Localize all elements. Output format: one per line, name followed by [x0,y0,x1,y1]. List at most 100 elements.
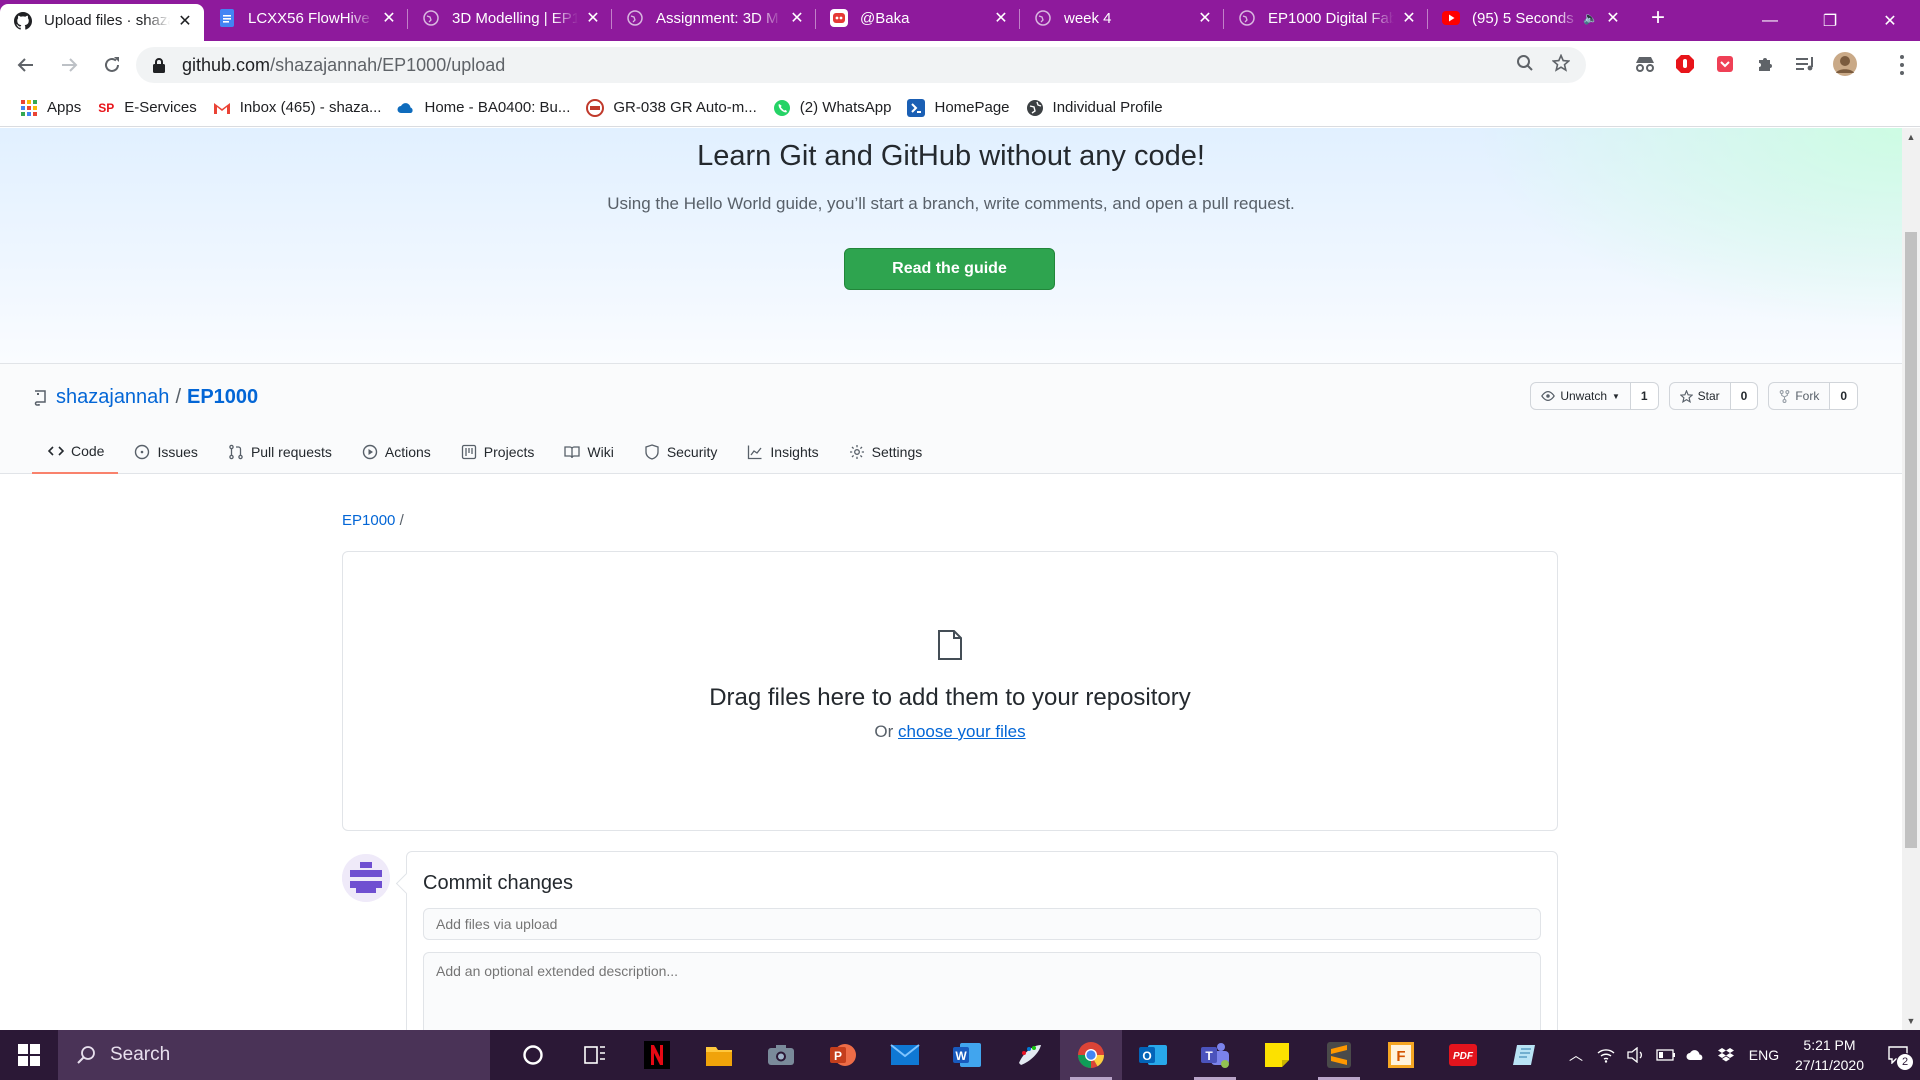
browser-tab[interactable]: Upload files · shazajannah/EP1000 ✕ [0,4,204,41]
browser-tab[interactable]: 3D Modelling | EP1000 ✕ [408,0,612,36]
tab-settings[interactable]: Settings [833,430,937,474]
fusion-icon[interactable]: F [1370,1030,1432,1080]
avatar[interactable] [1830,49,1860,79]
wifi-icon[interactable] [1594,1030,1618,1080]
close-window-button[interactable]: ✕ [1860,0,1920,41]
avatar[interactable] [342,854,390,902]
tab-code[interactable]: Code [32,430,119,474]
tab-actions[interactable]: Actions [346,430,445,474]
netflix-icon[interactable] [626,1030,688,1080]
outlook-icon[interactable]: O [1122,1030,1184,1080]
repo-name-link[interactable]: EP1000 [187,386,258,409]
pocket-icon[interactable] [1710,49,1740,79]
camera-icon[interactable] [750,1030,812,1080]
volume-icon[interactable] [1624,1030,1648,1080]
tab-pull-requests[interactable]: Pull requests [212,430,346,474]
bookmark-homepage[interactable]: HomePage [901,93,1019,123]
taskbar-search[interactable]: Search [58,1030,490,1080]
browser-tab[interactable]: @Baka ✕ [816,0,1020,36]
notification-button[interactable]: 2 [1876,1030,1920,1080]
scrollbar-thumb[interactable] [1905,232,1917,848]
start-button[interactable] [0,1030,58,1080]
page-scrollbar[interactable]: ▲ ▼ [1902,128,1920,1030]
bookmark-home-ba0400[interactable]: Home - BA0400: Bu... [391,93,580,123]
bookmark-whatsapp[interactable]: (2) WhatsApp [767,93,902,123]
address-bar[interactable]: github.com/shazajannah/EP1000/upload [136,47,1586,83]
sticky-notes-icon[interactable] [1246,1030,1308,1080]
browser-tab[interactable]: Assignment: 3D M ✕ [612,0,816,36]
reload-button[interactable] [95,48,129,82]
arrow-left-icon [17,58,33,72]
lock-icon[interactable] [152,57,168,73]
puzzle-extensions-icon[interactable] [1750,49,1780,79]
hello-world-banner: Learn Git and GitHub without any code! U… [0,128,1902,364]
close-icon[interactable]: ✕ [176,12,194,30]
note-icon[interactable] [1494,1030,1556,1080]
onedrive-tray-icon[interactable] [1684,1030,1708,1080]
file-explorer-icon[interactable] [688,1030,750,1080]
incognito-extension-icon[interactable] [1630,49,1660,79]
star-count[interactable]: 0 [1730,382,1759,410]
star-button[interactable]: Star [1668,382,1731,410]
bookmark-individual-profile[interactable]: Individual Profile [1020,93,1173,123]
forward-button[interactable] [52,48,86,82]
language-indicator[interactable]: ENG [1744,1030,1784,1080]
tab-issues[interactable]: Issues [118,430,211,474]
teams-icon[interactable]: T [1184,1030,1246,1080]
adblock-icon[interactable] [1670,49,1700,79]
fork-button[interactable]: Fork [1768,382,1831,410]
browser-tab[interactable]: (95) 5 Seconds 🔈 ✕ [1428,0,1632,36]
close-icon[interactable]: ✕ [1604,9,1622,27]
tab-insights[interactable]: Insights [731,430,832,474]
powerpoint-icon[interactable]: P [812,1030,874,1080]
unwatch-button[interactable]: Unwatch ▼ [1530,382,1631,410]
pdf-icon[interactable]: PDF [1432,1030,1494,1080]
bookmark-gr-038[interactable]: GR-038 GR Auto-m... [580,93,766,123]
word-icon[interactable]: W [936,1030,998,1080]
bookmark-e-services[interactable]: SP E-Services [91,93,207,123]
close-icon[interactable]: ✕ [584,9,602,27]
speaker-icon[interactable]: 🔈 [1583,11,1598,25]
read-guide-button[interactable]: Read the guide [844,248,1055,290]
sublime-icon[interactable] [1308,1030,1370,1080]
new-tab-button[interactable]: + [1640,0,1676,36]
commit-description-input[interactable] [423,952,1541,1030]
clock[interactable]: 5:21 PM 27/11/2020 [1795,1035,1864,1075]
browser-tab[interactable]: EP1000 Digital Fab ✕ [1224,0,1428,36]
bookmark-star-icon[interactable] [1551,52,1571,77]
close-icon[interactable]: ✕ [992,9,1010,27]
tab-wiki[interactable]: Wiki [548,430,627,474]
choose-files-link[interactable]: choose your files [898,722,1026,741]
restore-button[interactable]: ❐ [1800,0,1860,41]
chevron-up-icon[interactable]: ︿ [1564,1030,1588,1080]
minimize-button[interactable]: — [1740,0,1800,41]
fork-count[interactable]: 0 [1830,382,1858,410]
cortana-icon[interactable] [502,1030,564,1080]
tab-projects[interactable]: Projects [445,430,549,474]
menu-icon[interactable] [1892,55,1912,75]
file-drop-zone[interactable]: Drag files here to add them to your repo… [342,551,1558,831]
bookmark-apps[interactable]: Apps [14,93,91,123]
bookmark-inbox[interactable]: Inbox (465) - shaza... [207,93,392,123]
tab-security[interactable]: Security [628,430,732,474]
media-controls-icon[interactable] [1790,49,1820,79]
battery-icon[interactable] [1654,1030,1678,1080]
paint-icon[interactable] [998,1030,1060,1080]
globe-icon [422,9,440,27]
close-icon[interactable]: ✕ [1196,9,1214,27]
repo-owner-link[interactable]: shazajannah [56,386,169,409]
browser-tab[interactable]: LCXX56 FlowHive F ✕ [204,0,408,36]
task-view-icon[interactable] [564,1030,626,1080]
zoom-icon[interactable] [1516,54,1534,77]
browser-tab[interactable]: week 4 ✕ [1020,0,1224,36]
commit-summary-input[interactable] [423,908,1541,940]
close-icon[interactable]: ✕ [380,9,398,27]
back-button[interactable] [9,48,43,82]
mail-icon[interactable] [874,1030,936,1080]
dropbox-icon[interactable] [1714,1030,1738,1080]
watch-count[interactable]: 1 [1630,382,1659,410]
chrome-icon[interactable] [1060,1030,1122,1080]
close-icon[interactable]: ✕ [1400,9,1418,27]
close-icon[interactable]: ✕ [788,9,806,27]
breadcrumb-repo-link[interactable]: EP1000 [342,512,395,529]
